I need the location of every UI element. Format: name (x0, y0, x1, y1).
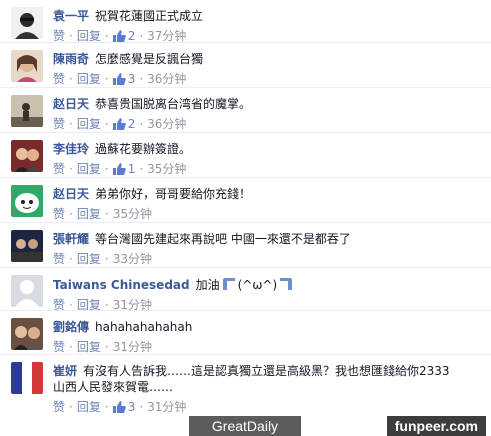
comment-meta: 赞 · 回复 · 2 · 37分钟 (53, 29, 187, 43)
comment-meta: 赞 · 回复 · 3 · 36分钟 (53, 72, 187, 86)
like-button[interactable]: 赞 (53, 117, 65, 131)
like-button[interactable]: 赞 (53, 400, 65, 414)
timestamp[interactable]: 35分钟 (147, 162, 186, 176)
comment-meta: 赞 · 回复 · 2 · 36分钟 (53, 117, 187, 131)
avatar[interactable] (11, 185, 43, 217)
avatar[interactable] (11, 362, 43, 394)
like-count[interactable]: 3 (112, 72, 135, 86)
like-button[interactable]: 赞 (53, 207, 65, 221)
emoticon-icon (280, 278, 293, 290)
timestamp[interactable]: 36分钟 (147, 72, 186, 86)
comment-author[interactable]: 張軒耀 (53, 232, 89, 246)
like-button[interactable]: 赞 (53, 29, 65, 43)
avatar[interactable] (11, 50, 43, 82)
thumbs-up-icon (112, 401, 126, 413)
comment-text: 弟弟你好，哥哥要給你充錢！ (95, 187, 252, 201)
comment-meta: 赞 · 回复 · 1 · 35分钟 (53, 162, 187, 176)
comment-item: 劉銘傳 hahahahahahah 赞 · 回复 · 31分钟 (0, 311, 491, 355)
comment-meta: 赞 · 回复 · 35分钟 (53, 207, 152, 221)
timestamp[interactable]: 37分钟 (147, 29, 186, 43)
like-button[interactable]: 赞 (53, 162, 65, 176)
timestamp[interactable]: 31分钟 (113, 340, 152, 354)
comment-text: hahahahahahah (95, 320, 193, 334)
comment-author[interactable]: 赵日天 (53, 97, 89, 111)
comment-text: 祝賀花蓮國正式成立 (95, 9, 204, 23)
thumbs-up-icon (112, 163, 126, 175)
timestamp[interactable]: 35分钟 (113, 207, 152, 221)
comment-meta: 赞 · 回复 · 31分钟 (53, 340, 152, 354)
like-button[interactable]: 赞 (53, 72, 65, 86)
comment-item: 赵日天 弟弟你好，哥哥要給你充錢！ 赞 · 回复 · 35分钟 (0, 178, 491, 223)
like-button[interactable]: 赞 (53, 340, 65, 354)
avatar[interactable] (11, 140, 43, 172)
reply-button[interactable]: 回复 (77, 117, 101, 131)
reply-button[interactable]: 回复 (77, 400, 101, 414)
comment-item: 袁一平 祝賀花蓮國正式成立赞 · 回复 · 2 · 37分钟 (0, 0, 491, 43)
like-count[interactable]: 2 (112, 117, 135, 131)
comment-text: 恭喜贵国脱离台湾省的魔掌。 (95, 97, 252, 111)
timestamp[interactable]: 33分钟 (113, 252, 152, 266)
comment-text: 怎麼感覺是反諷台獨 (95, 52, 204, 66)
like-button[interactable]: 赞 (53, 252, 65, 266)
comment-text: 過蘇花要辦簽證。 (95, 142, 192, 156)
comment-text: 加油 (195, 278, 220, 292)
comment-author[interactable]: 赵日天 (53, 187, 89, 201)
comment-item: 陳雨奇 怎麼感覺是反諷台獨赞 · 回复 · 3 · 36分钟 (0, 43, 491, 88)
reply-button[interactable]: 回复 (77, 29, 101, 43)
comment-author[interactable]: 崔妍 (53, 364, 77, 378)
comment-text-continued: 山西人民發來賀電…… (53, 380, 174, 394)
comment-author[interactable]: Taiwans Chinesedad (53, 278, 190, 292)
thumbs-up-icon (112, 73, 126, 85)
comment-author[interactable]: 劉銘傳 (53, 320, 89, 334)
comment-author[interactable]: 李佳玲 (53, 142, 89, 156)
reply-button[interactable]: 回复 (77, 72, 101, 86)
comment-meta: 赞 · 回复 · 3 · 31分钟 (53, 400, 187, 414)
comment-meta: 赞 · 回复 · 33分钟 (53, 252, 152, 266)
emoticon-icon (222, 278, 235, 290)
avatar[interactable] (11, 7, 43, 39)
comment-author[interactable]: 袁一平 (53, 9, 89, 23)
timestamp[interactable]: 31分钟 (147, 400, 186, 414)
comment-text: 等台灣國先建起來再說吧 中國一來還不是都吞了 (95, 232, 351, 246)
avatar[interactable] (11, 95, 43, 127)
reply-button[interactable]: 回复 (77, 252, 101, 266)
reply-button[interactable]: 回复 (77, 162, 101, 176)
comment-author[interactable]: 陳雨奇 (53, 52, 89, 66)
comment-item: 赵日天 恭喜贵国脱离台湾省的魔掌。赞 · 回复 · 2 · 36分钟 (0, 88, 491, 133)
like-count[interactable]: 2 (112, 29, 135, 43)
comment-text-emoticon: (^ω^) (237, 278, 278, 292)
reply-button[interactable]: 回复 (77, 207, 101, 221)
comment-item: Taiwans Chinesedad 加油 (^ω^) 赞 · 回复 · 31分钟 (0, 268, 491, 312)
comment-text: 有沒有人告訴我……這是認真獨立還是高級黑？我也想匯錢給你2333 (83, 364, 450, 378)
funpeer-watermark: funpeer.com (386, 416, 486, 436)
avatar[interactable] (11, 318, 43, 350)
comment-item: 李佳玲 過蘇花要辦簽證。赞 · 回复 · 1 · 35分钟 (0, 133, 491, 178)
like-count[interactable]: 1 (112, 162, 135, 176)
avatar[interactable] (11, 275, 43, 307)
thumbs-up-icon (112, 30, 126, 42)
reply-button[interactable]: 回复 (77, 340, 101, 354)
comment-item: 張軒耀 等台灣國先建起來再說吧 中國一來還不是都吞了赞 · 回复 · 33分钟 (0, 223, 491, 268)
like-count[interactable]: 3 (112, 400, 135, 414)
timestamp[interactable]: 36分钟 (147, 117, 186, 131)
avatar[interactable] (11, 230, 43, 262)
greatdaily-watermark: GreatDaily (189, 416, 301, 436)
thumbs-up-icon (112, 118, 126, 130)
